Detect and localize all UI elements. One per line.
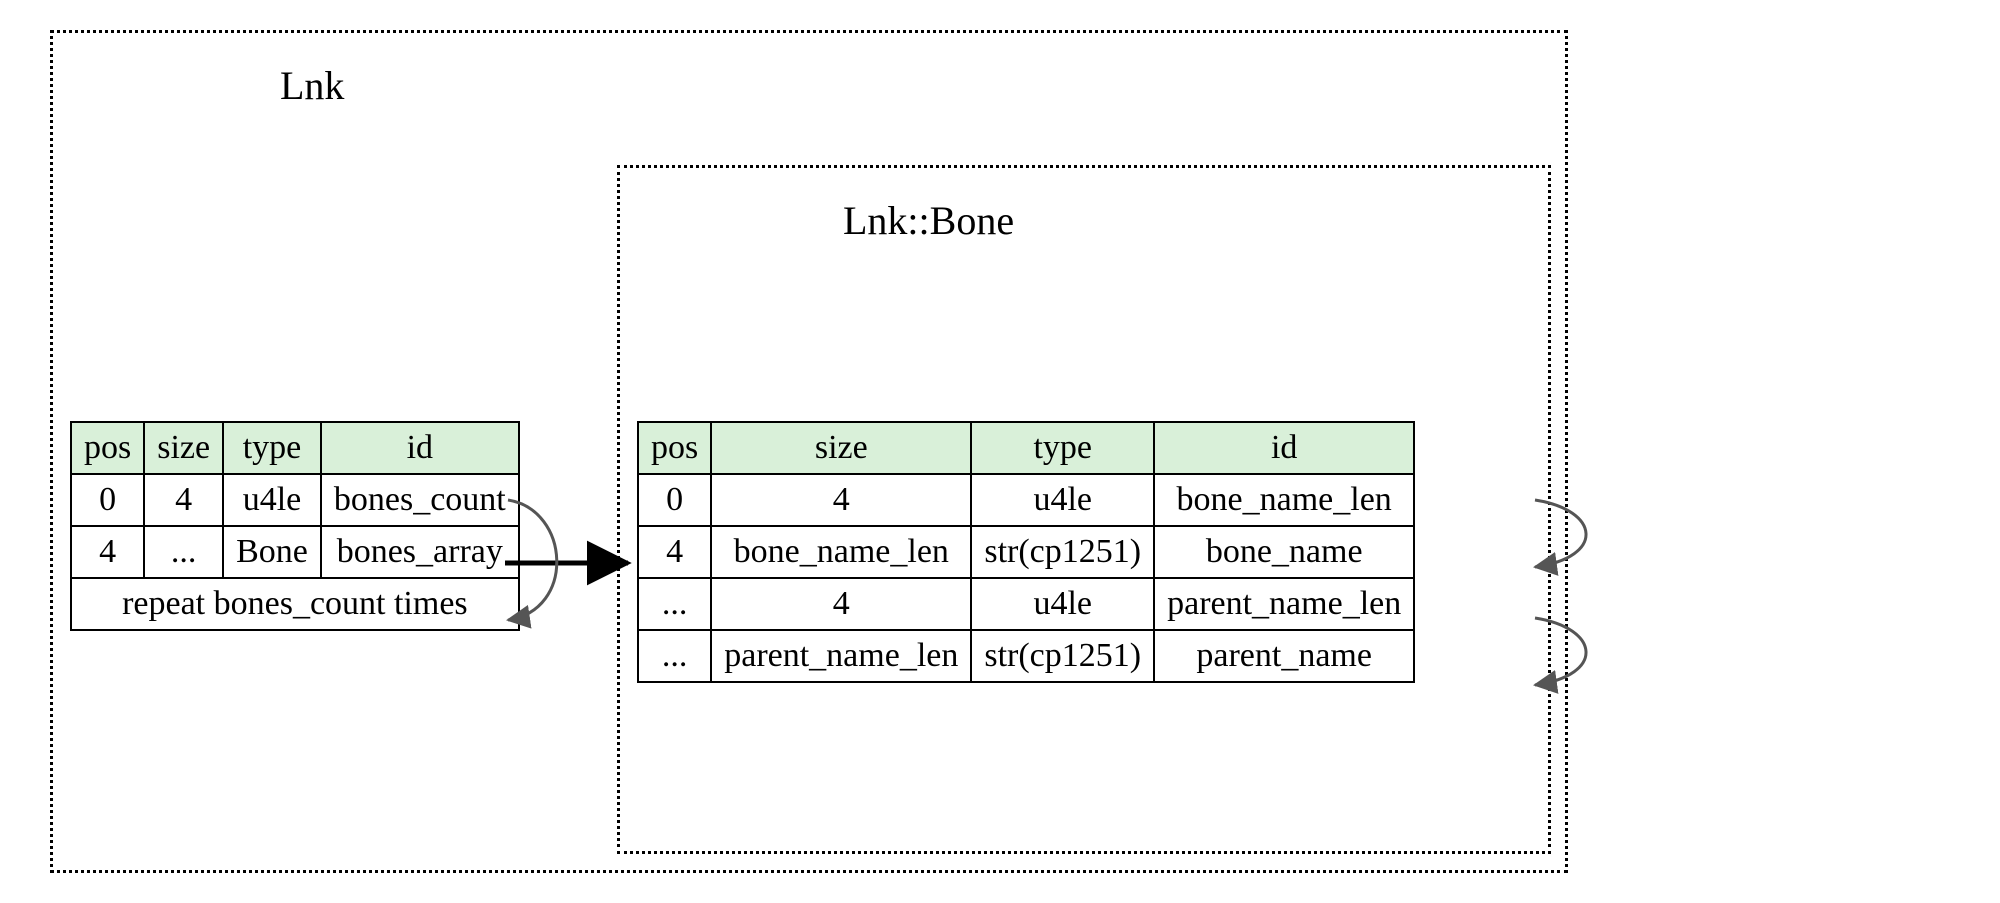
cell-size: parent_name_len <box>711 630 971 682</box>
table-header-row: pos size type id <box>638 422 1414 474</box>
cell-size: 4 <box>144 474 223 526</box>
table-row: ... 4 u4le parent_name_len <box>638 578 1414 630</box>
cell-size: ... <box>144 526 223 578</box>
cell-size: bone_name_len <box>711 526 971 578</box>
cell-pos: ... <box>638 578 711 630</box>
table-row: ... parent_name_len str(cp1251) parent_n… <box>638 630 1414 682</box>
col-id: id <box>321 422 519 474</box>
cell-type: u4le <box>223 474 321 526</box>
cell-id: bones_array <box>321 526 519 578</box>
repeat-note: repeat bones_count times <box>71 578 519 630</box>
col-pos: pos <box>71 422 144 474</box>
cell-type: str(cp1251) <box>971 526 1154 578</box>
cell-pos: ... <box>638 630 711 682</box>
cell-pos: 4 <box>71 526 144 578</box>
cell-pos: 0 <box>638 474 711 526</box>
cell-type: u4le <box>971 578 1154 630</box>
cell-type: str(cp1251) <box>971 630 1154 682</box>
cell-pos: 0 <box>71 474 144 526</box>
cell-id: parent_name <box>1154 630 1414 682</box>
col-size: size <box>711 422 971 474</box>
table-header-row: pos size type id <box>71 422 519 474</box>
cell-id: bone_name_len <box>1154 474 1414 526</box>
table-row: 4 ... Bone bones_array <box>71 526 519 578</box>
lnk-bone-table: pos size type id 0 4 u4le bone_name_len … <box>637 421 1415 683</box>
col-type: type <box>223 422 321 474</box>
col-size: size <box>144 422 223 474</box>
cell-type: u4le <box>971 474 1154 526</box>
outer-box-title: Lnk <box>280 62 344 109</box>
cell-id: bone_name <box>1154 526 1414 578</box>
cell-size: 4 <box>711 474 971 526</box>
cell-id: parent_name_len <box>1154 578 1414 630</box>
table-row: 0 4 u4le bones_count <box>71 474 519 526</box>
col-id: id <box>1154 422 1414 474</box>
cell-size: 4 <box>711 578 971 630</box>
inner-box-title: Lnk::Bone <box>843 197 1014 244</box>
table-row: 4 bone_name_len str(cp1251) bone_name <box>638 526 1414 578</box>
table-row: 0 4 u4le bone_name_len <box>638 474 1414 526</box>
col-type: type <box>971 422 1154 474</box>
table-footer-row: repeat bones_count times <box>71 578 519 630</box>
cell-pos: 4 <box>638 526 711 578</box>
col-pos: pos <box>638 422 711 474</box>
cell-id: bones_count <box>321 474 519 526</box>
lnk-table: pos size type id 0 4 u4le bones_count 4 … <box>70 421 520 631</box>
cell-type: Bone <box>223 526 321 578</box>
